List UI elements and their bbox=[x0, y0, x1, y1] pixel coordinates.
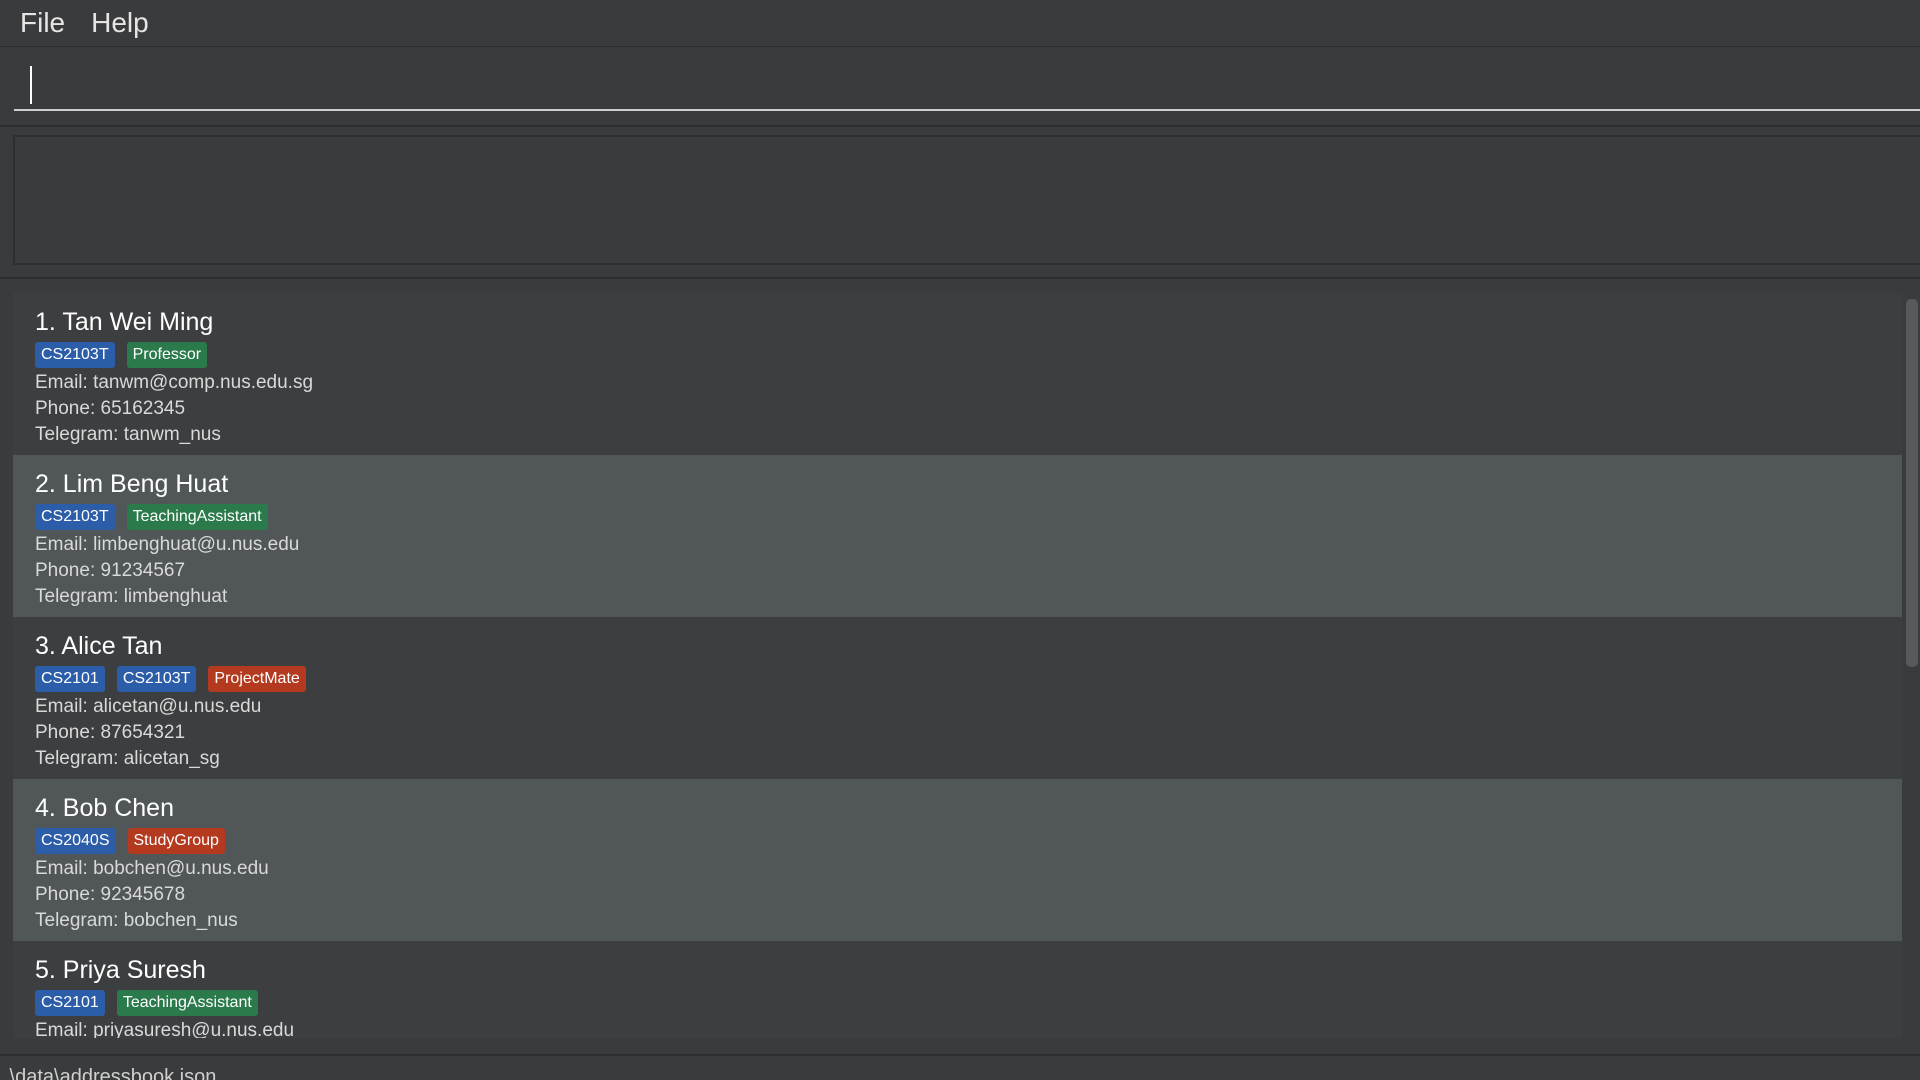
tag-list: CS2040S StudyGroup bbox=[35, 828, 1902, 854]
person-email: Email: tanwm@comp.nus.edu.sg bbox=[35, 372, 314, 393]
tag-list: CS2103T Professor bbox=[35, 342, 1902, 368]
person-card[interactable]: 2. Lim Beng Huat CS2103T TeachingAssistant… bbox=[13, 455, 1902, 617]
menu-file[interactable]: File bbox=[0, 7, 79, 39]
command-input[interactable] bbox=[14, 59, 1920, 111]
person-email: Email: limbenghuat@u.nus.edu bbox=[35, 534, 300, 555]
tag-badge: CS2103T bbox=[35, 504, 115, 530]
person-card[interactable]: 1. Tan Wei Ming CS2103T Professor Email: ta… bbox=[13, 293, 1902, 455]
person-phone: Phone: 87654321 bbox=[35, 722, 186, 743]
tag-list: CS2101 TeachingAssistant bbox=[35, 990, 1902, 1016]
person-card[interactable]: 5. Priya Suresh CS2101 TeachingAssistant Em… bbox=[13, 941, 1902, 1038]
menu-help[interactable]: Help bbox=[79, 7, 163, 39]
tag-badge: CS2101 bbox=[35, 666, 105, 692]
person-name: 4. Bob Chen bbox=[35, 794, 174, 822]
person-card[interactable]: 4. Bob Chen CS2040S StudyGroup Email: bobch… bbox=[13, 779, 1902, 941]
address-book-window: File Help 1. Tan Wei Ming CS2103T Professo… bbox=[0, 0, 1920, 1080]
tag-badge: CS2103T bbox=[35, 342, 115, 368]
save-location: .\data\addressbook.json bbox=[4, 1066, 217, 1080]
person-email: Email: alicetan@u.nus.edu bbox=[35, 696, 262, 717]
scrollbar-thumb[interactable] bbox=[1906, 299, 1918, 667]
person-list[interactable]: 1. Tan Wei Ming CS2103T Professor Email: ta… bbox=[13, 293, 1902, 1038]
text-caret bbox=[30, 66, 32, 104]
tag-badge: Professor bbox=[126, 342, 208, 368]
person-telegram: Telegram: limbenghuat bbox=[35, 586, 228, 607]
person-phone: Phone: 65162345 bbox=[35, 398, 186, 419]
result-display-panel bbox=[0, 127, 1920, 279]
tag-badge: CS2101 bbox=[35, 990, 105, 1016]
person-list-scrollbar[interactable] bbox=[1904, 293, 1920, 1038]
tag-list: CS2103T TeachingAssistant bbox=[35, 504, 1902, 530]
tag-badge: StudyGroup bbox=[127, 828, 225, 854]
person-telegram: Telegram: tanwm_nus bbox=[35, 424, 221, 445]
tag-badge: CS2103T bbox=[116, 666, 197, 692]
result-display bbox=[13, 135, 1920, 265]
command-box-panel bbox=[0, 47, 1920, 127]
person-name: 1. Tan Wei Ming bbox=[35, 308, 214, 336]
person-phone: Phone: 92345678 bbox=[35, 884, 186, 905]
person-name: 5. Priya Suresh bbox=[35, 956, 206, 984]
person-email: Email: bobchen@u.nus.edu bbox=[35, 858, 269, 879]
tag-badge: ProjectMate bbox=[208, 666, 306, 692]
tag-badge: CS2040S bbox=[35, 828, 116, 854]
menu-bar: File Help bbox=[0, 0, 1920, 47]
person-card[interactable]: 3. Alice Tan CS2101 CS2103T ProjectMate Emai… bbox=[13, 617, 1902, 779]
tag-badge: TeachingAssistant bbox=[126, 504, 268, 530]
person-telegram: Telegram: alicetan_sg bbox=[35, 748, 220, 769]
status-bar: .\data\addressbook.json bbox=[0, 1054, 1920, 1080]
person-list-panel: 1. Tan Wei Ming CS2103T Professor Email: ta… bbox=[0, 279, 1920, 1054]
person-name: 2. Lim Beng Huat bbox=[35, 470, 229, 498]
person-telegram: Telegram: bobchen_nus bbox=[35, 910, 238, 931]
tag-list: CS2101 CS2103T ProjectMate bbox=[35, 666, 1902, 692]
tag-badge: TeachingAssistant bbox=[116, 990, 258, 1016]
person-email: Email: priyasuresh@u.nus.edu bbox=[35, 1020, 295, 1038]
person-phone: Phone: 91234567 bbox=[35, 560, 186, 581]
person-name: 3. Alice Tan bbox=[35, 632, 163, 660]
